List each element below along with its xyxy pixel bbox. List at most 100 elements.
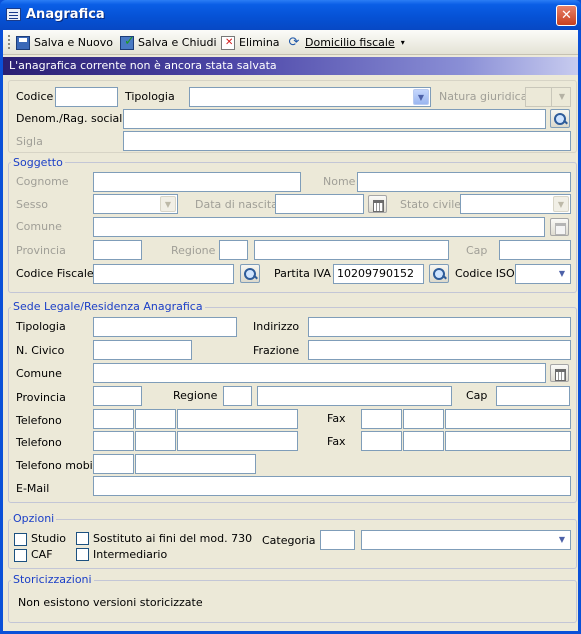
codice-iso-dropdown-icon[interactable]: ▼ xyxy=(556,268,568,280)
dropdown-caret-icon: ▾ xyxy=(400,38,405,47)
codice-fiscale-search-icon[interactable] xyxy=(240,264,260,283)
comune-input[interactable] xyxy=(93,217,545,237)
categoria-dropdown-icon[interactable]: ▼ xyxy=(556,534,568,546)
domicilio-fiscale-label: Domicilio fiscale xyxy=(305,36,395,49)
telefono-mobile-label: Telefono mobile xyxy=(16,459,103,472)
denominazione-label: Denom./Rag. sociale xyxy=(16,112,130,125)
fax-2-area-input[interactable] xyxy=(403,431,444,451)
provincia-label: Provincia xyxy=(16,244,66,257)
cognome-input[interactable] xyxy=(93,172,301,192)
denominazione-search-icon[interactable] xyxy=(550,109,570,128)
comune-label: Comune xyxy=(16,220,62,233)
natura-giuridica-select[interactable]: ▼ xyxy=(551,87,571,107)
sede-legale-legend: Sede Legale/Residenza Anagrafica xyxy=(11,300,205,313)
telefono-2-area-input[interactable] xyxy=(135,431,176,451)
opzioni-legend: Opzioni xyxy=(11,512,57,525)
delete-label: Elimina xyxy=(239,36,280,49)
civico-input[interactable] xyxy=(93,340,192,360)
save-close-icon xyxy=(120,34,135,50)
sostituto-checkbox[interactable] xyxy=(76,532,89,545)
codice-fiscale-label: Codice Fiscale xyxy=(16,267,94,280)
studio-checkbox[interactable] xyxy=(14,533,27,546)
sede-cap-label: Cap xyxy=(466,389,488,402)
categoria-label: Categoria xyxy=(262,534,316,547)
nome-input[interactable] xyxy=(357,172,571,192)
denominazione-input[interactable] xyxy=(123,109,546,129)
nome-label: Nome xyxy=(323,175,356,188)
tipologia-select[interactable]: ▼ xyxy=(189,87,431,107)
partita-iva-search-icon[interactable] xyxy=(429,264,449,283)
telefono-1-area-input[interactable] xyxy=(135,409,176,429)
tipologia-dropdown-icon[interactable]: ▼ xyxy=(413,89,429,105)
data-nascita-calendar-icon[interactable] xyxy=(368,195,387,213)
sede-regione-name-input[interactable] xyxy=(257,386,452,406)
provincia-input[interactable] xyxy=(93,240,142,260)
codice-label: Codice xyxy=(16,90,54,103)
fax-1-prefix-input[interactable] xyxy=(361,409,402,429)
sede-comune-input[interactable] xyxy=(93,363,546,383)
categoria-code-input[interactable] xyxy=(320,530,355,550)
storicizzazioni-text: Non esistono versioni storicizzate xyxy=(18,596,203,609)
telefono-1-label: Telefono xyxy=(16,414,62,427)
sede-regione-code-input[interactable] xyxy=(223,386,252,406)
fax-2-prefix-input[interactable] xyxy=(361,431,402,451)
telefono-mobile-number-input[interactable] xyxy=(135,454,256,474)
natura-giuridica-value xyxy=(525,87,551,107)
codice-input[interactable] xyxy=(55,87,118,107)
sede-tipologia-input[interactable] xyxy=(93,317,237,337)
caf-label: CAF xyxy=(31,548,53,561)
categoria-select[interactable]: ▼ xyxy=(361,530,571,550)
close-button[interactable]: ✕ xyxy=(556,5,577,26)
fax-2-number-input[interactable] xyxy=(445,431,571,451)
frazione-input[interactable] xyxy=(308,340,571,360)
sigla-input[interactable] xyxy=(123,131,571,151)
codice-fiscale-input[interactable] xyxy=(93,264,234,284)
delete-button[interactable]: Elimina xyxy=(221,33,280,52)
telefono-2-prefix-input[interactable] xyxy=(93,431,134,451)
sesso-dropdown-icon[interactable]: ▼ xyxy=(160,196,176,212)
sesso-select[interactable]: ▼ xyxy=(93,194,178,214)
indirizzo-input[interactable] xyxy=(308,317,571,337)
save-close-label: Salva e Chiudi xyxy=(138,36,217,49)
partita-iva-label: Partita IVA xyxy=(274,267,331,280)
sede-provincia-input[interactable] xyxy=(93,386,142,406)
domicilio-fiscale-button[interactable]: ⟳ Domicilio fiscale ▾ xyxy=(287,33,405,52)
stato-civile-dropdown-icon[interactable]: ▼ xyxy=(553,196,569,212)
codice-iso-select[interactable]: ▼ xyxy=(515,264,571,284)
sede-comune-lookup-icon[interactable] xyxy=(550,364,569,382)
save-close-button[interactable]: Salva e Chiudi xyxy=(120,33,217,52)
telefono-1-prefix-input[interactable] xyxy=(93,409,134,429)
fax-1-number-input[interactable] xyxy=(445,409,571,429)
email-input[interactable] xyxy=(93,476,571,496)
regione-label: Regione xyxy=(171,244,216,257)
comune-lookup-icon[interactable] xyxy=(550,218,569,236)
save-icon xyxy=(16,35,30,50)
regione-name-input[interactable] xyxy=(254,240,449,260)
partita-iva-input[interactable]: 10209790152 xyxy=(333,264,424,284)
civico-label: N. Civico xyxy=(16,344,65,357)
sesso-label: Sesso xyxy=(16,198,48,211)
telefono-2-number-input[interactable] xyxy=(177,431,298,451)
telefono-2-label: Telefono xyxy=(16,436,62,449)
stato-civile-label: Stato civile xyxy=(400,198,462,211)
save-new-button[interactable]: Salva e Nuovo xyxy=(16,33,113,52)
intermediario-checkbox[interactable] xyxy=(76,548,89,561)
cap-input[interactable] xyxy=(499,240,571,260)
telefono-mobile-prefix-input[interactable] xyxy=(93,454,134,474)
fax-1-area-input[interactable] xyxy=(403,409,444,429)
caf-checkbox[interactable] xyxy=(14,549,27,562)
data-nascita-input[interactable] xyxy=(275,194,364,214)
sede-cap-input[interactable] xyxy=(496,386,570,406)
toolbar: Salva e Nuovo Salva e Chiudi Elimina ⟳ D… xyxy=(3,30,578,55)
refresh-icon: ⟳ xyxy=(288,34,300,50)
stato-civile-select[interactable]: ▼ xyxy=(460,194,571,214)
natura-dropdown-icon[interactable]: ▼ xyxy=(556,91,568,103)
toolbar-grip[interactable] xyxy=(8,35,10,50)
telefono-1-number-input[interactable] xyxy=(177,409,298,429)
codice-iso-label: Codice ISO xyxy=(455,267,515,280)
sede-comune-label: Comune xyxy=(16,367,62,380)
data-nascita-label: Data di nascita xyxy=(195,198,278,211)
natura-giuridica-label: Natura giuridica xyxy=(439,90,528,103)
sede-regione-label: Regione xyxy=(173,389,218,402)
regione-code-input[interactable] xyxy=(219,240,248,260)
